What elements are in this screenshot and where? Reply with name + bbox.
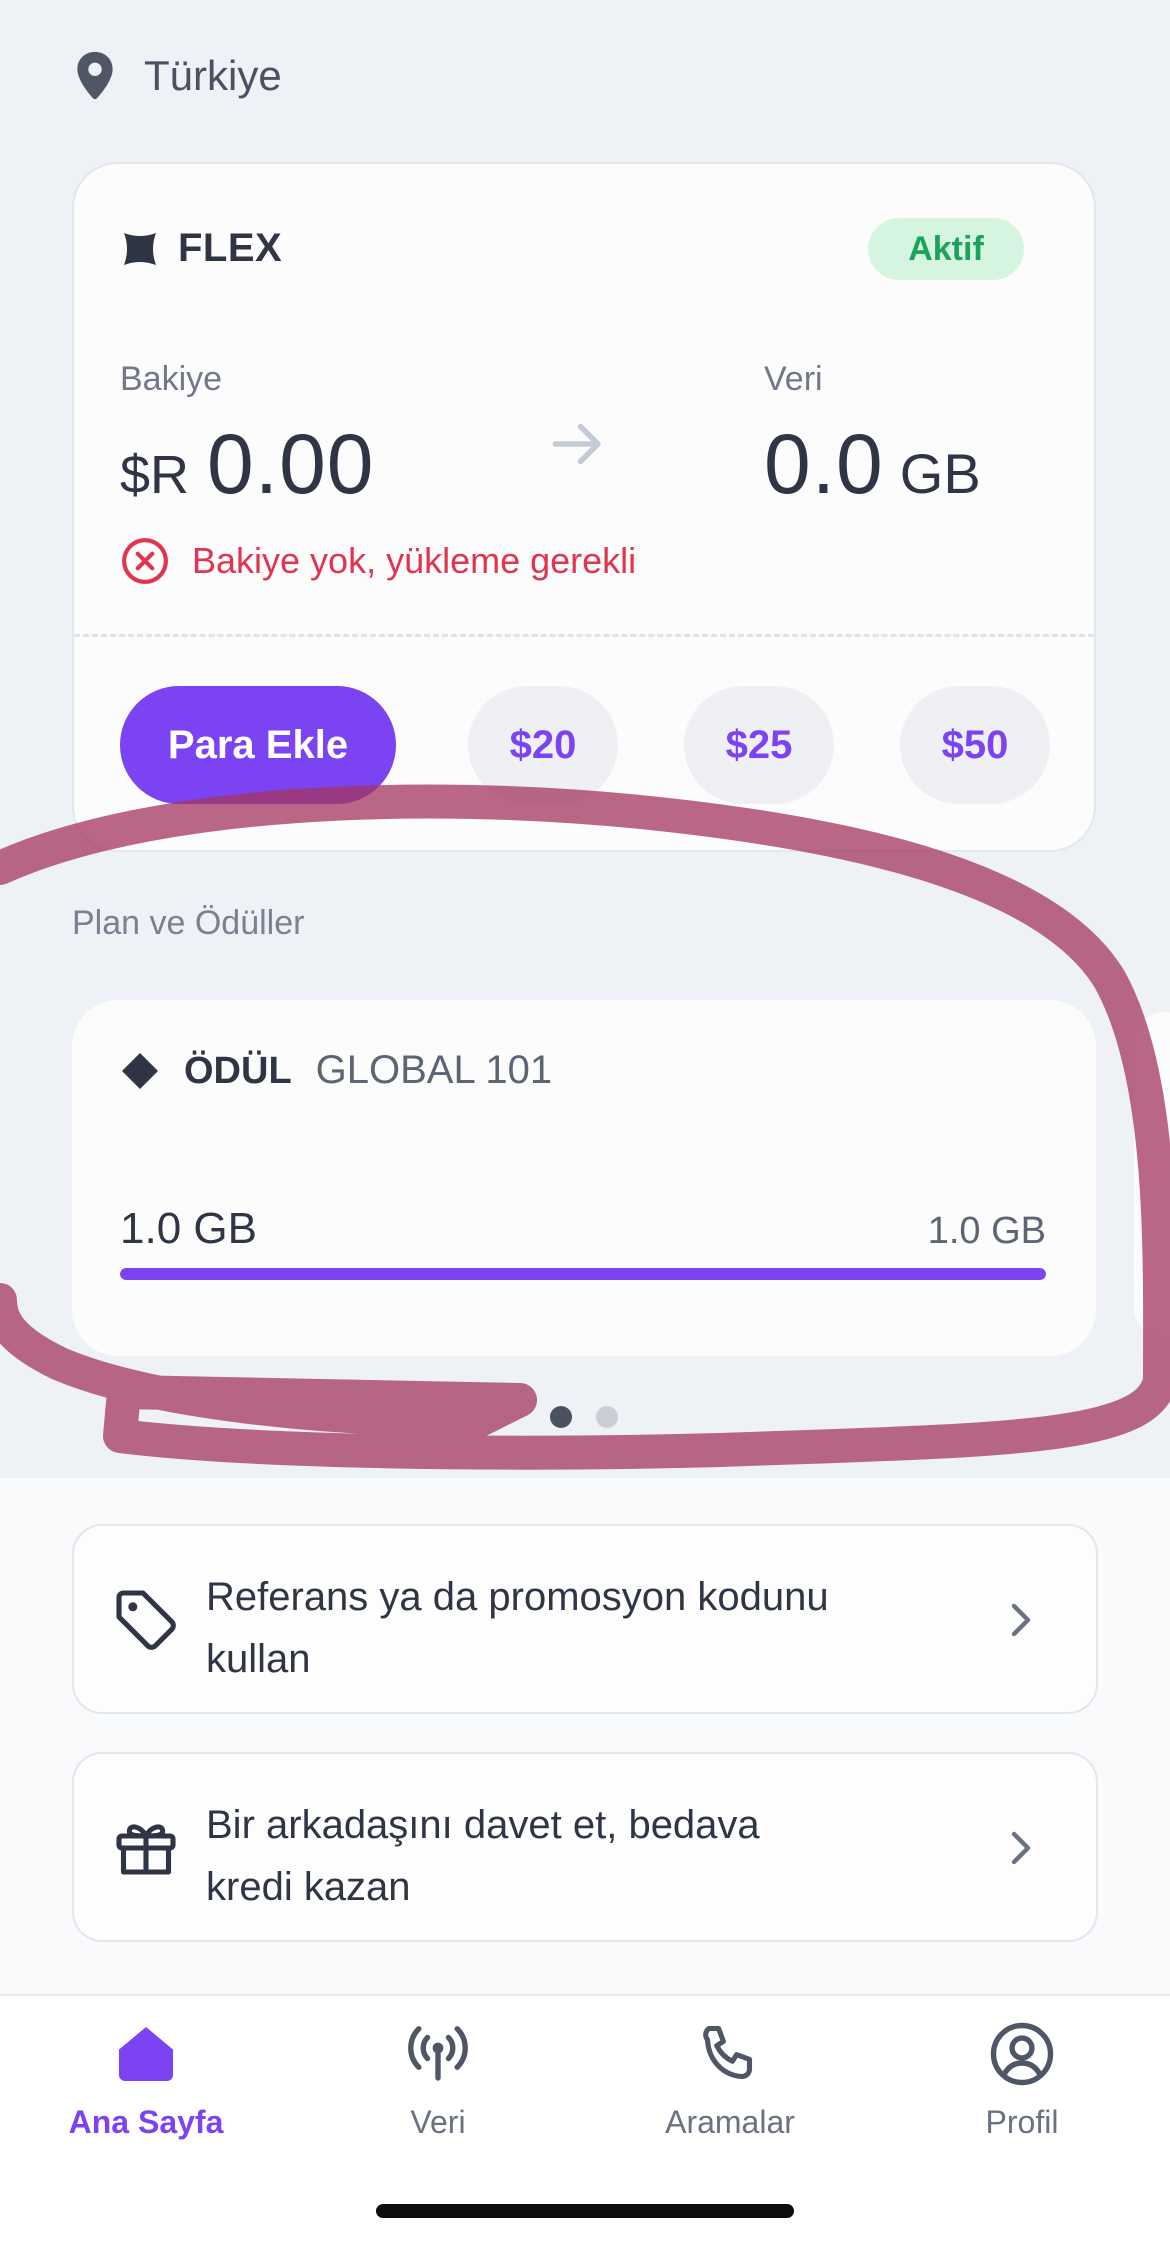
warning-text: Bakiye yok, yükleme gerekli — [192, 540, 637, 581]
chevron-right-icon — [1011, 1831, 1031, 1865]
tag-icon — [116, 1590, 176, 1650]
phone-icon — [703, 2025, 753, 2080]
reward-used-data: 1.0 GB — [120, 1204, 257, 1253]
invite-friend-row[interactable]: Bir arkadaşını davet et, bedava kredi ka… — [72, 1752, 1098, 1942]
plan-card: FLEX Aktif Bakiye $R 0.00 Veri 0.0 GB Ba… — [72, 162, 1096, 852]
chevron-right-icon — [1011, 1603, 1031, 1637]
invite-friend-label: Bir arkadaşını davet et, bedava kredi ka… — [206, 1803, 760, 1909]
amount-50-button[interactable]: $50 — [900, 686, 1050, 804]
balance-value: 0.00 — [207, 417, 375, 511]
location-row[interactable]: Türkiye — [72, 50, 282, 102]
currency-symbol: $R — [120, 445, 190, 505]
location-label: Türkiye — [144, 52, 282, 99]
home-indicator — [376, 2204, 794, 2218]
tab-profile[interactable]: Profil — [912, 2018, 1132, 2158]
balance-amount: $R 0.00 — [120, 416, 375, 513]
rewards-section-title: Plan ve Ödüller — [72, 904, 305, 942]
diamond-icon — [122, 1052, 158, 1089]
arrow-right-icon — [552, 423, 601, 465]
plan-name: FLEX — [178, 226, 283, 270]
reward-progress-bar — [120, 1268, 1046, 1280]
add-money-button[interactable]: Para Ekle — [120, 686, 396, 804]
carousel-pager — [550, 1406, 618, 1428]
balance-warning: Bakiye yok, yükleme gerekli — [120, 536, 636, 586]
divider — [74, 634, 1094, 637]
next-reward-card-peek[interactable] — [1134, 1012, 1170, 1338]
data-value: 0.0 — [764, 417, 884, 511]
pager-dot-2[interactable] — [596, 1406, 618, 1428]
flex-plan-icon — [124, 232, 156, 265]
tab-data[interactable]: Veri — [328, 2018, 548, 2158]
amount-25-button[interactable]: $25 — [684, 686, 834, 804]
promo-code-label: Referans ya da promosyon kodunu kullan — [206, 1575, 829, 1681]
reward-card[interactable]: ÖDÜL GLOBAL 101 1.0 GB 1.0 GB — [72, 1000, 1096, 1356]
plan-header: FLEX — [120, 226, 282, 271]
reward-progress-fill — [120, 1268, 1046, 1280]
tab-profile-label: Profil — [985, 2104, 1059, 2140]
home-icon — [119, 2027, 173, 2081]
reward-plan-name: GLOBAL 101 — [315, 1048, 553, 1092]
tab-data-label: Veri — [410, 2104, 466, 2140]
data-label: Veri — [764, 360, 823, 398]
reward-total-data: 1.0 GB — [927, 1210, 1046, 1252]
amount-20-button[interactable]: $20 — [468, 686, 618, 804]
status-badge: Aktif — [868, 218, 1024, 280]
reward-title: ÖDÜL — [184, 1050, 292, 1092]
profile-icon — [990, 2022, 1054, 2086]
map-pin-icon — [77, 51, 113, 100]
tab-calls-label: Aramalar — [665, 2104, 795, 2140]
antenna-icon — [408, 2026, 468, 2081]
tab-home[interactable]: Ana Sayfa — [36, 2018, 256, 2158]
balance-label: Bakiye — [120, 360, 223, 398]
promo-code-row[interactable]: Referans ya da promosyon kodunu kullan — [72, 1524, 1098, 1714]
tab-home-label: Ana Sayfa — [68, 2104, 224, 2140]
tab-calls[interactable]: Aramalar — [620, 2018, 840, 2158]
data-unit: GB — [899, 442, 981, 505]
gift-icon — [116, 1824, 176, 1875]
pager-dot-1[interactable] — [550, 1406, 572, 1428]
reward-header: ÖDÜL GLOBAL 101 — [120, 1048, 552, 1093]
error-circle-icon — [122, 538, 168, 584]
data-amount: 0.0 GB — [764, 416, 981, 513]
